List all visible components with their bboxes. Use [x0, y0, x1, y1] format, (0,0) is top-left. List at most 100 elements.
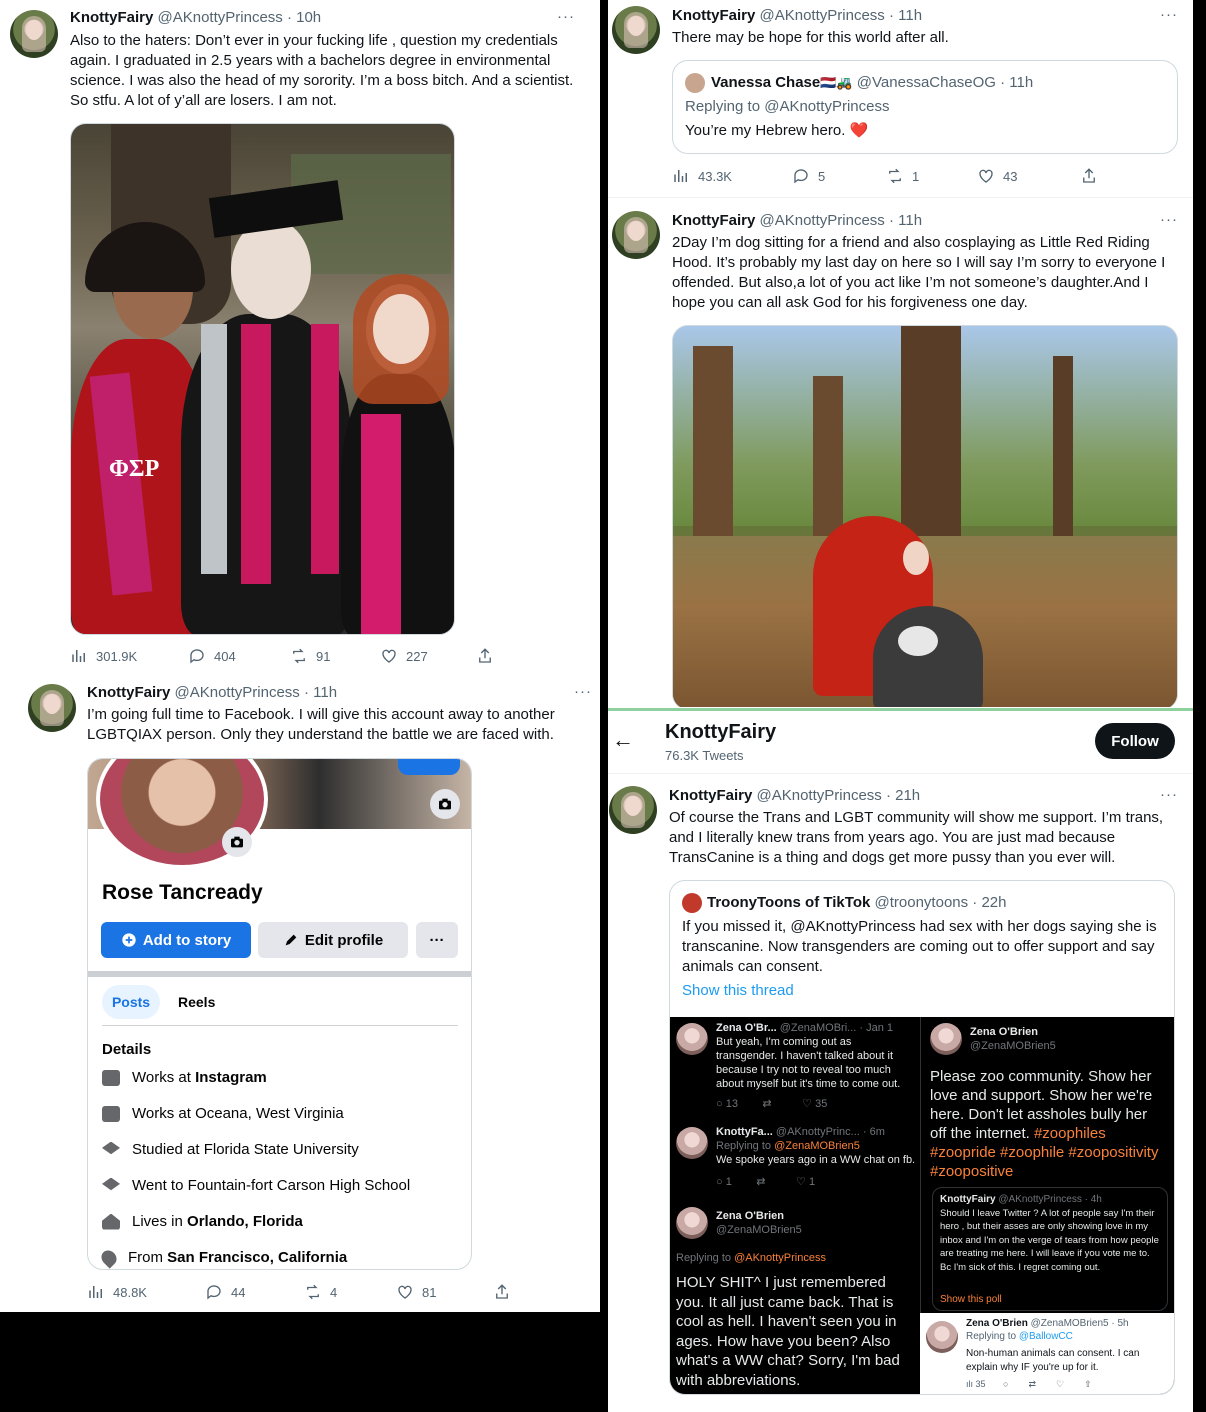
tweet-red-riding-hood[interactable]: KnottyFairy @AKnottyPrincess · 11h ··· 2…: [608, 199, 1193, 707]
tweet-actions: 43.3K 5 1 43: [672, 167, 1112, 187]
author-name[interactable]: KnottyFairy: [672, 7, 755, 24]
like-count: 81: [422, 1284, 437, 1300]
more-icon[interactable]: ···: [1160, 211, 1178, 228]
edit-profile-label: Edit profile: [304, 931, 384, 949]
cover-camera-icon[interactable]: [430, 789, 460, 819]
thread-screenshot-image[interactable]: Zena O'Br... @ZenaMOBri... · Jan 1 But y…: [670, 1017, 1174, 1394]
post-f-replying: Replying to @BallowCC: [966, 1331, 1073, 1342]
divider: [102, 1025, 458, 1026]
share-icon: [479, 648, 491, 663]
avatar[interactable]: [609, 786, 657, 834]
tweet-hope[interactable]: KnottyFairy @AKnottyPrincess · 11h ··· T…: [608, 0, 1193, 198]
author-handle[interactable]: @AKnottyPrincess · 10h: [158, 9, 322, 26]
back-arrow-icon[interactable]: ←: [612, 727, 634, 753]
more-icon[interactable]: ···: [1160, 786, 1178, 803]
sash-letters: ΦΣΡ: [109, 456, 160, 482]
camera-icon[interactable]: [222, 827, 252, 857]
post-d-header: Zena O'Brien @ZenaMOBrien5: [970, 1026, 1056, 1052]
post-a-text: But yeah, I'm coming out as transgender.…: [716, 1036, 901, 1090]
more-icon[interactable]: ···: [557, 8, 575, 25]
like-button[interactable]: 81: [396, 1283, 436, 1301]
views-icon: [89, 1286, 102, 1298]
facebook-profile-screenshot[interactable]: Rose Tancready Add to story Edit profile…: [87, 758, 472, 1270]
retweet-button[interactable]: 91: [290, 647, 330, 665]
reply-icon: [794, 169, 808, 184]
tweet-text: 2Day I’m dog sitting for a friend and al…: [672, 234, 1166, 311]
avatar[interactable]: [10, 10, 58, 58]
quote-author-name: Vanessa Chase: [711, 74, 821, 91]
details-title: Details: [102, 1041, 152, 1058]
share-button[interactable]: [493, 1283, 511, 1301]
heart-icon: [382, 649, 396, 663]
home-icon: [102, 1213, 120, 1230]
tweet-graduation[interactable]: KnottyFairy @AKnottyPrincess · 10h ··· A…: [4, 0, 600, 670]
tweet-text: Also to the haters: Don’t ever in your f…: [70, 32, 574, 109]
divider: [920, 1017, 921, 1317]
views-button[interactable]: 43.3K: [672, 167, 732, 185]
author-name[interactable]: KnottyFairy: [669, 787, 752, 804]
add-to-story-button[interactable]: Add to story: [101, 922, 251, 958]
reply-button[interactable]: 404: [188, 647, 236, 665]
quote-avatar: [682, 893, 702, 913]
more-icon[interactable]: ···: [574, 683, 592, 700]
author-handle[interactable]: @AKnottyPrincess · 11h: [760, 212, 923, 229]
post-a-header: Zena O'Br... @ZenaMOBri... · Jan 1: [716, 1022, 894, 1034]
share-icon: [496, 1284, 508, 1299]
edit-profile-button[interactable]: Edit profile: [258, 922, 408, 958]
author-name[interactable]: KnottyFairy: [70, 9, 153, 26]
heart-icon: [398, 1285, 412, 1299]
post-a-actions: ○ 13 ⇄ ♡ 35: [716, 1098, 828, 1110]
detail-work-oceana: Works at Oceana, West Virginia: [102, 1105, 344, 1122]
more-icon[interactable]: ···: [1160, 6, 1178, 23]
views-button[interactable]: 301.9K: [70, 647, 137, 665]
reply-icon: [207, 1285, 221, 1300]
retweet-count: 1: [912, 168, 920, 184]
show-thread-link[interactable]: Show this thread: [682, 981, 794, 1001]
detail-studied: Studied at Florida State University: [102, 1141, 359, 1158]
avatar[interactable]: [612, 211, 660, 259]
share-button[interactable]: [476, 647, 494, 665]
like-button[interactable]: 227: [380, 647, 428, 665]
avatar[interactable]: [612, 6, 660, 54]
follow-button[interactable]: Follow: [1095, 723, 1175, 759]
post-f-actions: ılı 35 ○ ⇄ ♡ ⇧: [966, 1379, 1092, 1389]
black-background-gap: [600, 0, 608, 1412]
quoted-tweet[interactable]: Vanessa Chase🇳🇱🚜 @VanessaChaseOG · 11h R…: [672, 60, 1178, 154]
avatar: [676, 1127, 708, 1159]
share-button[interactable]: [1080, 167, 1098, 185]
reply-button[interactable]: 5: [792, 167, 825, 185]
tab-posts[interactable]: Posts: [102, 985, 160, 1019]
plus-circle-icon: [122, 933, 136, 947]
more-options-button[interactable]: ···: [416, 922, 458, 958]
tweet-facebook[interactable]: KnottyFairy @AKnottyPrincess · 11h ··· I…: [6, 672, 600, 1312]
reply-button[interactable]: 44: [205, 1283, 245, 1301]
graduation-photo[interactable]: ΦΣΡ: [70, 123, 455, 635]
like-button[interactable]: 43: [977, 167, 1017, 185]
reply-inset: Zena O'Brien @ZenaMOBrien5 · 5h Replying…: [920, 1313, 1174, 1394]
forest-photo[interactable]: [672, 325, 1178, 707]
cover-tag: [398, 759, 460, 775]
location-pin-icon: [98, 1246, 120, 1269]
post-f-text: Non-human animals can consent. I can exp…: [966, 1348, 1140, 1373]
tweet-text: Of course the Trans and LGBT community w…: [669, 809, 1164, 866]
tweet-text: I’m going full time to Facebook. I will …: [87, 706, 555, 743]
views-icon: [72, 650, 85, 662]
author-handle[interactable]: @AKnottyPrincess · 21h: [757, 787, 921, 804]
retweet-button[interactable]: 4: [304, 1283, 337, 1301]
avatar[interactable]: [28, 684, 76, 732]
like-count: 227: [406, 648, 428, 664]
author-handle[interactable]: @AKnottyPrincess · 11h: [760, 7, 923, 24]
quoted-tweet-troonytoons[interactable]: TroonyToons of TikTok @troonytoons · 22h…: [669, 880, 1175, 1395]
author-name[interactable]: KnottyFairy: [87, 684, 170, 701]
reply-count: 404: [214, 648, 236, 664]
profile-name: Rose Tancready: [102, 881, 263, 904]
quote-avatar: [685, 73, 705, 93]
author-handle[interactable]: @AKnottyPrincess · 11h: [175, 684, 338, 701]
retweet-button[interactable]: 1: [886, 167, 919, 185]
views-button[interactable]: 48.8K: [87, 1283, 147, 1301]
author-name[interactable]: KnottyFairy: [672, 212, 755, 229]
quote-author-handle: @troonytoons · 22h: [874, 894, 1007, 911]
tab-reels[interactable]: Reels: [178, 994, 215, 1010]
detail-from: From San Francisco, California: [98, 1246, 347, 1269]
post-c-replying: Replying to @AKnottyPrincess: [676, 1252, 826, 1264]
